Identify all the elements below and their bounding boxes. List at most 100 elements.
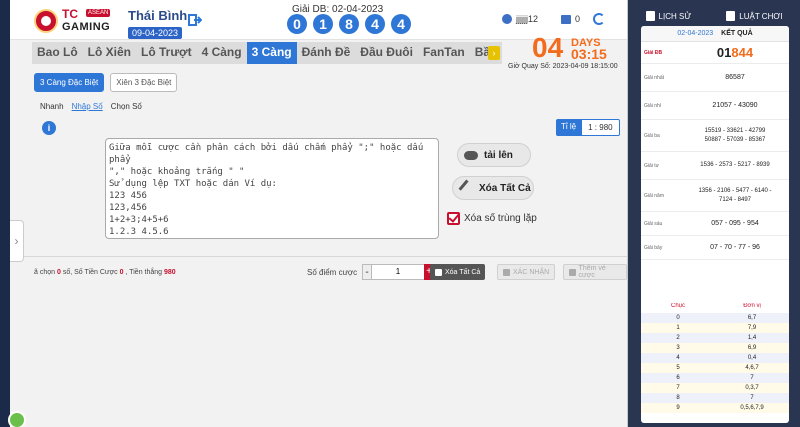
countdown-time: 03:15 [571, 46, 607, 62]
table-cell: 5 [676, 365, 680, 371]
table-cell: 7 [676, 385, 680, 391]
result-label: Giải bảy [644, 244, 663, 251]
summary-win-value: 980 [164, 269, 176, 276]
cloud-upload-icon [464, 150, 478, 160]
upload-button[interactable]: tải lên [457, 143, 531, 167]
result-label: Giải ĐB [644, 49, 663, 56]
results-panel: LỊCH SỬ LUẬT CHƠI 02-04-2023 KẾT QUẢ Giả… [628, 0, 800, 427]
table-cell: 0 [676, 315, 680, 321]
rules-label: LUẬT CHƠI [739, 11, 783, 21]
dedupe-option[interactable]: Xóa số trùng lặp [447, 212, 537, 225]
divider [20, 256, 627, 257]
ratio-label: Tỉ lệ [556, 119, 582, 136]
result-value: 07 - 70 - 77 - 96 [710, 244, 760, 251]
result-label: Giải sáu [644, 220, 663, 227]
countdown: 04 DAYS 03:15 Giờ Quay Số: 2023-04-09 18… [508, 32, 627, 73]
info-icon[interactable]: i [42, 121, 56, 135]
add-bet-button[interactable]: Thêm vé cược [563, 264, 627, 280]
tab-dau-duoi[interactable]: Đầu Đuôi [355, 42, 418, 64]
clear-all-label: Xóa Tất Cả [479, 182, 531, 194]
table-row: 5 4,6,7 [641, 363, 789, 373]
mode-nhap-so[interactable]: Nhập Số [72, 102, 103, 111]
tab-4-cang[interactable]: 4 Càng [197, 42, 247, 64]
table-row: 9 0,5,6,7,9 [641, 403, 789, 413]
support-badge-icon[interactable] [8, 411, 26, 427]
decrement-button[interactable]: - [362, 264, 372, 280]
mode-chon-so[interactable]: Chọn Số [111, 102, 142, 111]
table-row: 2 1,4 [641, 333, 789, 343]
result-label: Giải năm [644, 192, 665, 199]
result-digit: 0 [287, 14, 307, 34]
tab-bao-lo[interactable]: Bao Lô [32, 42, 83, 64]
odds-ratio: Tỉ lệ 1 : 980 [556, 119, 620, 136]
clear-all-small-label: Xóa Tất Cả [445, 268, 481, 276]
clear-all-button[interactable]: Xóa Tất Cả [452, 176, 534, 200]
tab-danh-de[interactable]: Đánh Đề [297, 42, 356, 64]
result-row-1: Giải nhất 86587 [641, 64, 789, 92]
bet-subtabs: 3 Càng Đặc Biệt Xiên 3 Đặc Biệt [34, 73, 178, 92]
summary-win-label: , Tiền thắng [125, 269, 163, 276]
history-button[interactable]: LỊCH SỬ [645, 11, 691, 21]
col-don-vi: Đơn vị [743, 303, 761, 309]
countdown-days: 04 [532, 32, 564, 63]
result-db-prefix: 01 [716, 45, 732, 60]
tab-lo-xien[interactable]: Lô Xiên [83, 42, 136, 64]
tab-fantan[interactable]: FanTan [418, 42, 470, 64]
result-label: Giải tư [644, 162, 660, 169]
table-cell: 0,3,7 [745, 385, 759, 391]
bet-summary: ã chọn 0 số, Số Tiền Cược 0 , Tiền thắng… [34, 269, 176, 276]
points-label: Số điểm cược [307, 268, 358, 277]
wallet-icon [561, 14, 571, 24]
results-card: 02-04-2023 KẾT QUẢ Giải ĐB 01844 Giải nh… [641, 26, 789, 308]
result-digit: 1 [313, 14, 333, 34]
table-cell: 7 [750, 395, 754, 401]
sidebar-toggle[interactable]: › [10, 220, 24, 262]
points-input[interactable]: 1 [372, 264, 424, 280]
logo-badge-icon [34, 9, 58, 33]
dedupe-checkbox[interactable] [447, 212, 460, 225]
table-row: 7 0,3,7 [641, 383, 789, 393]
draw-time: Giờ Quay Số: 2023-04-09 18:15:00 [508, 63, 618, 70]
results-date-select[interactable]: 02-04-2023 [677, 30, 713, 37]
clear-all-small-button[interactable]: Xóa Tất Cả [430, 264, 486, 280]
chevron-right-icon[interactable]: › [488, 46, 500, 60]
tab-3-cang[interactable]: 3 Càng [246, 42, 297, 64]
trash-icon [435, 268, 442, 276]
dedupe-label: Xóa số trùng lặp [464, 213, 537, 224]
table-row: 1 7,9 [641, 323, 789, 333]
subtab-xien-3-dac-biet[interactable]: Xiên 3 Đặc Biệt [110, 73, 178, 92]
cart-icon [569, 268, 576, 276]
confirm-button[interactable]: XÁC NHẬN [497, 264, 556, 280]
table-cell: 6,7 [747, 315, 757, 321]
check-icon [503, 268, 510, 276]
region-name: Thái Bình [128, 8, 188, 23]
tab-lo-truot[interactable]: Lô Trượt [136, 42, 197, 64]
exit-icon[interactable] [188, 13, 202, 27]
table-cell: 9 [676, 405, 680, 411]
confirm-label: XÁC NHẬN [513, 268, 550, 276]
result-row-5: Giải năm 1356 - 2106 - 5477 - 6140 - 712… [641, 180, 789, 212]
result-row-db: Giải ĐB 01844 [641, 42, 789, 64]
book-icon [726, 11, 736, 21]
summary-selected-prefix: ã chọn [34, 269, 56, 276]
refresh-icon[interactable] [593, 13, 605, 25]
summary-bet-count: 0 [119, 269, 124, 276]
table-cell: 6 [676, 375, 680, 381]
user-info[interactable]: jjjjjj12 [502, 14, 538, 24]
numbers-textarea[interactable]: Giữa mỗi cược cần phân cách bởi dấu chấm… [105, 138, 439, 239]
results-card-header: 02-04-2023 KẾT QUẢ [641, 26, 789, 42]
summary-bet-label: Số Tiền Cược [74, 269, 118, 276]
rules-button[interactable]: LUẬT CHƠI [726, 11, 782, 21]
subtab-3-cang-dac-biet[interactable]: 3 Càng Đặc Biệt [34, 73, 105, 92]
table-cell: 0,4 [747, 355, 757, 361]
table-cell: 4 [676, 355, 680, 361]
loto-table: Chục Đơn vị 0 6,7 1 7,9 2 1,4 3 6,9 4 0,4 5 4,… [641, 303, 789, 423]
result-value: 15519 - 33621 - 42799 50887 - 57039 - 85… [704, 127, 766, 143]
username: jjjjjj12 [516, 14, 539, 24]
input-modes: Nhanh Nhập Số Chọn Số [40, 102, 142, 111]
mode-nhanh[interactable]: Nhanh [40, 102, 64, 111]
result-digit: 4 [365, 14, 385, 34]
region-selector[interactable]: Thái Bình 09-04-2023 [128, 8, 187, 41]
table-row: 67 [641, 373, 789, 383]
results-panel-header: LỊCH SỬ LUẬT CHƠI [628, 4, 800, 28]
